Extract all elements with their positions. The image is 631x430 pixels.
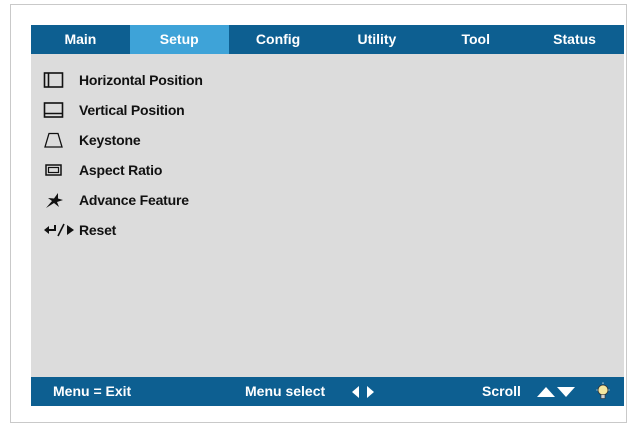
tab-main[interactable]: Main <box>31 25 130 54</box>
tab-config[interactable]: Config <box>229 25 328 54</box>
menu-item-label: Aspect Ratio <box>79 162 163 178</box>
horizontal-position-icon <box>43 69 79 91</box>
menu-item-label: Keystone <box>79 132 141 148</box>
tab-tool[interactable]: Tool <box>426 25 525 54</box>
setup-menu-list: Horizontal Position Vertical Position Ke… <box>43 65 203 245</box>
up-down-arrows-icon <box>536 377 576 406</box>
menu-item-aspect-ratio[interactable]: Aspect Ratio <box>43 155 203 185</box>
advance-feature-icon <box>43 189 79 211</box>
status-bar: Menu = Exit Menu select Scroll <box>31 377 624 406</box>
menu-item-keystone[interactable]: Keystone <box>43 125 203 155</box>
menu-item-horizontal-position[interactable]: Horizontal Position <box>43 65 203 95</box>
reset-icon <box>43 219 79 241</box>
aspect-ratio-icon <box>43 159 79 181</box>
menu-item-label: Vertical Position <box>79 102 185 118</box>
tab-setup[interactable]: Setup <box>129 25 229 54</box>
menu-tab-bar: Main Setup Config Utility Tool Status <box>31 25 624 54</box>
left-right-arrows-icon <box>351 377 375 406</box>
menu-select-hint: Menu select <box>245 383 326 399</box>
menu-item-vertical-position[interactable]: Vertical Position <box>43 95 203 125</box>
lamp-icon <box>596 377 610 406</box>
tab-utility[interactable]: Utility <box>327 25 426 54</box>
osd-menu-panel: Main Setup Config Utility Tool Status Ho… <box>31 25 624 406</box>
menu-item-label: Reset <box>79 222 117 238</box>
menu-exit-hint: Menu = Exit <box>53 383 132 399</box>
keystone-icon <box>43 129 79 151</box>
scroll-hint: Scroll <box>482 383 521 399</box>
menu-item-advance-feature[interactable]: Advance Feature <box>43 185 203 215</box>
vertical-position-icon <box>43 99 79 121</box>
tab-status[interactable]: Status <box>525 25 624 54</box>
menu-item-reset[interactable]: Reset <box>43 215 203 245</box>
menu-item-label: Horizontal Position <box>79 72 203 88</box>
menu-item-label: Advance Feature <box>79 192 189 208</box>
